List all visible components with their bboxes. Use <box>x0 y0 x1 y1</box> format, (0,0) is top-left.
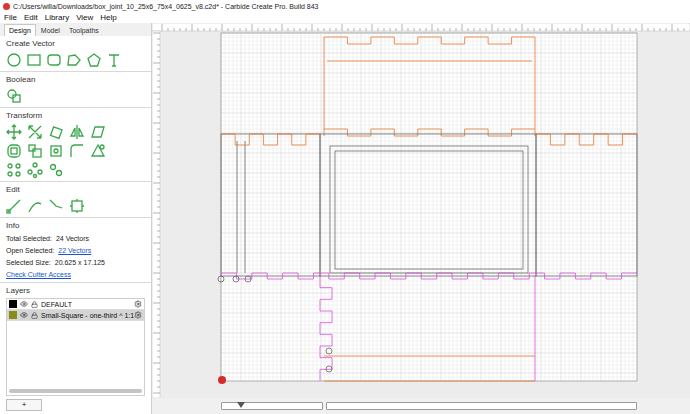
lock-icon[interactable] <box>31 301 38 308</box>
menu-item[interactable]: Library <box>45 13 69 23</box>
menu-item[interactable]: View <box>76 13 93 23</box>
design-canvas[interactable] <box>152 23 690 398</box>
fillet-icon[interactable] <box>69 143 85 159</box>
top-ruler <box>152 23 690 31</box>
app-window: C:/Users/willa/Downloads/box_joint_10_25… <box>0 0 690 414</box>
polyline-icon[interactable] <box>66 52 82 68</box>
info-row: Selected Size: 20.625 x 17.125 <box>6 258 145 267</box>
menu-item[interactable]: Edit <box>24 13 38 23</box>
boolean-section: Boolean <box>0 72 151 108</box>
slider-handle-icon[interactable] <box>237 402 245 408</box>
transform-tools-row <box>6 162 145 178</box>
move-icon[interactable] <box>6 124 22 140</box>
create-vector-section: Create Vector <box>0 36 151 72</box>
offset-icon[interactable] <box>6 143 22 159</box>
section-title: Boolean <box>6 75 145 85</box>
menu-bar: File Edit Library View Help <box>0 12 690 23</box>
info-label: Total Selected: <box>6 234 52 243</box>
app-icon <box>3 3 10 10</box>
section-title: Edit <box>6 185 145 195</box>
layer-row[interactable]: DEFAULT <box>7 299 144 310</box>
menu-item[interactable]: File <box>4 13 17 23</box>
rounded-rect-icon[interactable] <box>46 52 62 68</box>
mirror-icon[interactable] <box>69 124 85 140</box>
info-value: 20.625 x 17.125 <box>55 258 105 267</box>
info-label: Selected Size: <box>6 258 51 267</box>
boolean-tools <box>6 88 145 104</box>
canvas-area <box>152 23 690 414</box>
section-title: Transform <box>6 111 145 121</box>
circle-icon[interactable] <box>6 52 22 68</box>
info-value: 24 Vectors <box>56 234 89 243</box>
bottom-bar <box>152 398 690 414</box>
check-cutter-link[interactable]: Check Cutter Access <box>6 270 145 279</box>
join-icon[interactable] <box>48 143 64 159</box>
circular-array-icon[interactable] <box>27 162 43 178</box>
add-layer-button[interactable]: + <box>6 399 42 411</box>
section-title: Layers <box>6 286 145 296</box>
scale-icon[interactable] <box>27 124 43 140</box>
pattern-icon[interactable] <box>48 162 64 178</box>
section-title: Create Vector <box>6 39 145 49</box>
eye-icon[interactable] <box>20 300 28 308</box>
tab-bar: DesignModelToolpaths <box>0 23 151 36</box>
grid-array-icon[interactable] <box>6 162 22 178</box>
text-tool-icon[interactable] <box>106 52 122 68</box>
tab[interactable]: Design <box>4 24 36 36</box>
lock-icon[interactable] <box>31 312 38 319</box>
create-vector-tools <box>6 52 145 68</box>
layers-section: Layers DEFAULT Small-Square - one-third ^ … <box>0 283 151 414</box>
section-title: Info <box>6 221 145 231</box>
info-row: Total Selected: 24 Vectors <box>6 234 145 243</box>
tab[interactable]: Toolpaths <box>65 26 103 36</box>
layers-list: DEFAULT Small-Square - one-third ^ 1:1 <box>6 298 145 396</box>
polygon-icon[interactable] <box>86 52 102 68</box>
simulation-slider[interactable] <box>221 402 323 410</box>
rotate-icon[interactable] <box>48 124 64 140</box>
box-joint-vectors[interactable] <box>221 37 637 381</box>
layer-row[interactable]: Small-Square - one-third ^ 1:1 <box>7 310 144 321</box>
info-row: Open Selected: 22 Vectors <box>6 246 145 255</box>
boolean-union-icon[interactable] <box>6 88 22 104</box>
eye-icon[interactable] <box>20 311 28 319</box>
edit-section: Edit <box>0 182 151 218</box>
title-bar: C:/Users/willa/Downloads/box_joint_10_25… <box>0 0 690 12</box>
main: DesignModelToolpaths Create Vector Boolean… <box>0 23 690 414</box>
menu-item[interactable]: Help <box>100 13 116 23</box>
layer-name: Small-Square - one-third ^ 1:1 <box>41 311 131 320</box>
left-panel: DesignModelToolpaths Create Vector Boolean… <box>0 23 152 414</box>
rectangle-icon[interactable] <box>26 52 42 68</box>
layers-scrollbar[interactable] <box>9 389 142 393</box>
shape-icon[interactable] <box>90 143 106 159</box>
align-icon[interactable] <box>27 143 43 159</box>
info-label: Open Selected: <box>6 246 54 255</box>
transform-tools-row <box>6 143 145 159</box>
tab[interactable]: Model <box>37 26 64 36</box>
tool-markers <box>218 276 332 372</box>
left-ruler <box>152 31 160 398</box>
status-field <box>326 402 637 410</box>
gear-icon[interactable] <box>134 300 142 308</box>
layer-name: DEFAULT <box>41 300 131 309</box>
bounding-box-icon[interactable] <box>69 198 85 214</box>
origin-marker-icon <box>218 376 226 384</box>
gear-icon[interactable] <box>134 311 142 319</box>
skew-icon[interactable] <box>90 124 106 140</box>
info-value[interactable]: 22 Vectors <box>58 246 91 255</box>
transform-section: Transform <box>0 108 151 182</box>
info-section: InfoTotal Selected:24 VectorsOpen Select… <box>0 218 151 283</box>
trim-icon[interactable] <box>27 198 43 214</box>
window-title: C:/Users/willa/Downloads/box_joint_10_25… <box>13 2 318 11</box>
edit-tools <box>6 198 145 214</box>
layer-color-swatch[interactable] <box>9 311 17 319</box>
node-edit-icon[interactable] <box>6 198 22 214</box>
transform-tools-row <box>6 124 145 140</box>
stock-sheet <box>221 33 637 381</box>
layer-color-swatch[interactable] <box>9 300 17 308</box>
extend-icon[interactable] <box>48 198 64 214</box>
